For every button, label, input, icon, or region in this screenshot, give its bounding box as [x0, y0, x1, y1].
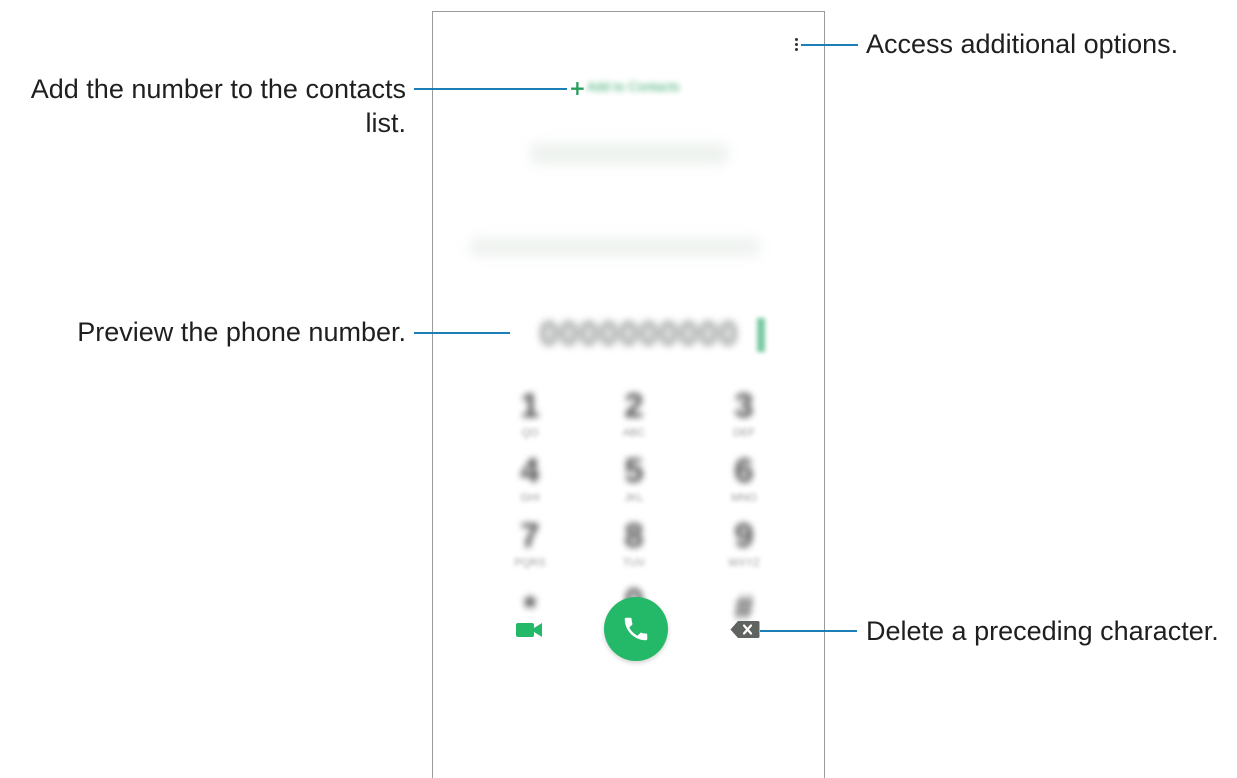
dialpad-letters: PQRS — [514, 557, 546, 569]
dialpad-key-2[interactable]: 2 ABC — [604, 385, 664, 440]
dialpad-digit: 1 — [520, 387, 540, 425]
leader-line-delete-character — [760, 630, 857, 632]
dialpad-key-9[interactable]: 9 WXYZ — [714, 515, 774, 570]
dialpad-key-6[interactable]: 6 MNO — [714, 450, 774, 505]
dialpad-digit: 8 — [624, 517, 644, 555]
dialpad-key-1[interactable]: 1 QO — [500, 385, 560, 440]
dialpad-key-5[interactable]: 5 JKL — [604, 450, 664, 505]
blurred-suggestion-line — [530, 143, 728, 165]
dialpad-letters: WXYZ — [728, 557, 760, 569]
dialpad-key-3[interactable]: 3 DEF — [714, 385, 774, 440]
delete-character-callout: Delete a preceding character. — [866, 616, 1219, 646]
dialpad-letters: MNO — [731, 492, 757, 504]
dialpad-letters: DEF — [733, 427, 755, 439]
dialpad-letters: JKL — [624, 492, 644, 504]
dialpad-key-8[interactable]: 8 TUV — [604, 515, 664, 570]
more-options-callout: Access additional options. — [866, 29, 1179, 59]
dialpad-key-4[interactable]: 4 GHI — [500, 450, 560, 505]
dialpad-letters: GHI — [520, 492, 540, 504]
leader-line-add-contact — [414, 88, 567, 90]
add-to-contacts-button[interactable]: Add to Contacts — [587, 79, 709, 95]
call-button[interactable] — [604, 597, 668, 661]
dialpad-letters: TUV — [623, 557, 645, 569]
leader-line-more-options — [801, 44, 858, 46]
dialpad-digit: 4 — [520, 452, 540, 490]
dialpad-digit: 9 — [734, 517, 754, 555]
backspace-icon[interactable] — [730, 620, 760, 639]
phone-number-preview[interactable]: 0000000000 — [510, 313, 768, 355]
more-options-icon[interactable] — [795, 38, 799, 52]
dialpad-digit: 2 — [624, 387, 644, 425]
leader-line-preview-number — [414, 332, 510, 334]
dialpad-digit: 7 — [520, 517, 540, 555]
dialpad-key-7[interactable]: 7 PQRS — [500, 515, 560, 570]
dialpad-letters: ABC — [622, 427, 646, 439]
blurred-suggestion-line — [470, 238, 760, 256]
phone-call-icon — [624, 617, 648, 641]
dialpad-digit: 5 — [624, 452, 644, 490]
preview-number-callout: Preview the phone number. — [77, 317, 406, 347]
video-call-icon[interactable] — [515, 620, 543, 640]
text-cursor — [757, 318, 765, 352]
plus-icon[interactable]: + — [569, 78, 586, 98]
dialpad-digit: 6 — [734, 452, 754, 490]
dialpad-letters: QO — [521, 427, 539, 439]
add-contact-callout: Add the number to the contacts list. — [30, 74, 406, 138]
dialpad-digit: 3 — [734, 387, 754, 425]
